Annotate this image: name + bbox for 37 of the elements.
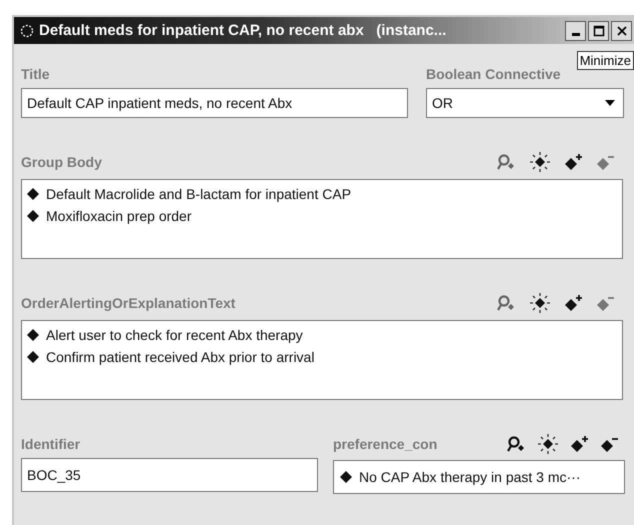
search-icon[interactable] xyxy=(507,435,527,453)
sparkle-diamond-icon[interactable] xyxy=(529,152,551,172)
section-label: Group Body xyxy=(21,153,102,172)
sparkle-diamond-icon[interactable] xyxy=(537,434,559,454)
add-diamond-icon[interactable] xyxy=(569,435,589,453)
field-label: Identifier xyxy=(21,435,80,454)
minimize-icon xyxy=(572,33,580,36)
add-diamond-icon[interactable] xyxy=(563,153,583,171)
window-title: Default meds for inpatient CAP, no recent abx (instanc... xyxy=(39,22,448,39)
list-item[interactable]: No CAP Abx therapy in past 3 mc··· xyxy=(340,466,580,488)
identifier-field[interactable]: BOC_35 xyxy=(21,458,318,492)
list-item[interactable]: Moxifloxacin prep order xyxy=(22,205,622,227)
field-label: Title xyxy=(21,65,50,84)
list-item[interactable]: Confirm patient received Abx prior to arrival xyxy=(22,346,622,368)
tooltip: Minimize xyxy=(576,51,634,70)
list-item[interactable]: Alert user to check for recent Abx therapy xyxy=(22,324,622,346)
dropdown-arrow-icon xyxy=(605,100,615,106)
diamond-icon xyxy=(340,471,352,483)
diamond-icon xyxy=(27,351,39,363)
add-diamond-icon[interactable] xyxy=(563,294,583,312)
field-label: preference_con xyxy=(333,435,438,454)
close-icon xyxy=(616,24,628,36)
sparkle-diamond-icon[interactable] xyxy=(529,293,551,313)
title-field[interactable]: Default CAP inpatient meds, no recent Abx xyxy=(21,88,408,118)
maximize-button[interactable] xyxy=(588,20,609,40)
dropdown-field[interactable]: OR xyxy=(426,88,624,118)
diamond-icon xyxy=(27,210,39,222)
minimize-button[interactable] xyxy=(565,20,586,40)
list-item[interactable]: Default Macrolide and B-lactam for inpatient CAP xyxy=(22,183,622,205)
section-label: OrderAlertingOrExplanationText xyxy=(21,294,236,313)
diamond-icon xyxy=(27,188,39,200)
close-button[interactable] xyxy=(611,20,632,40)
maximize-icon xyxy=(592,24,604,36)
field-label: Boolean Connective xyxy=(426,65,561,84)
diamond-icon xyxy=(27,329,39,341)
remove-diamond-icon[interactable] xyxy=(599,435,619,453)
dashed-circle-icon xyxy=(20,24,34,38)
